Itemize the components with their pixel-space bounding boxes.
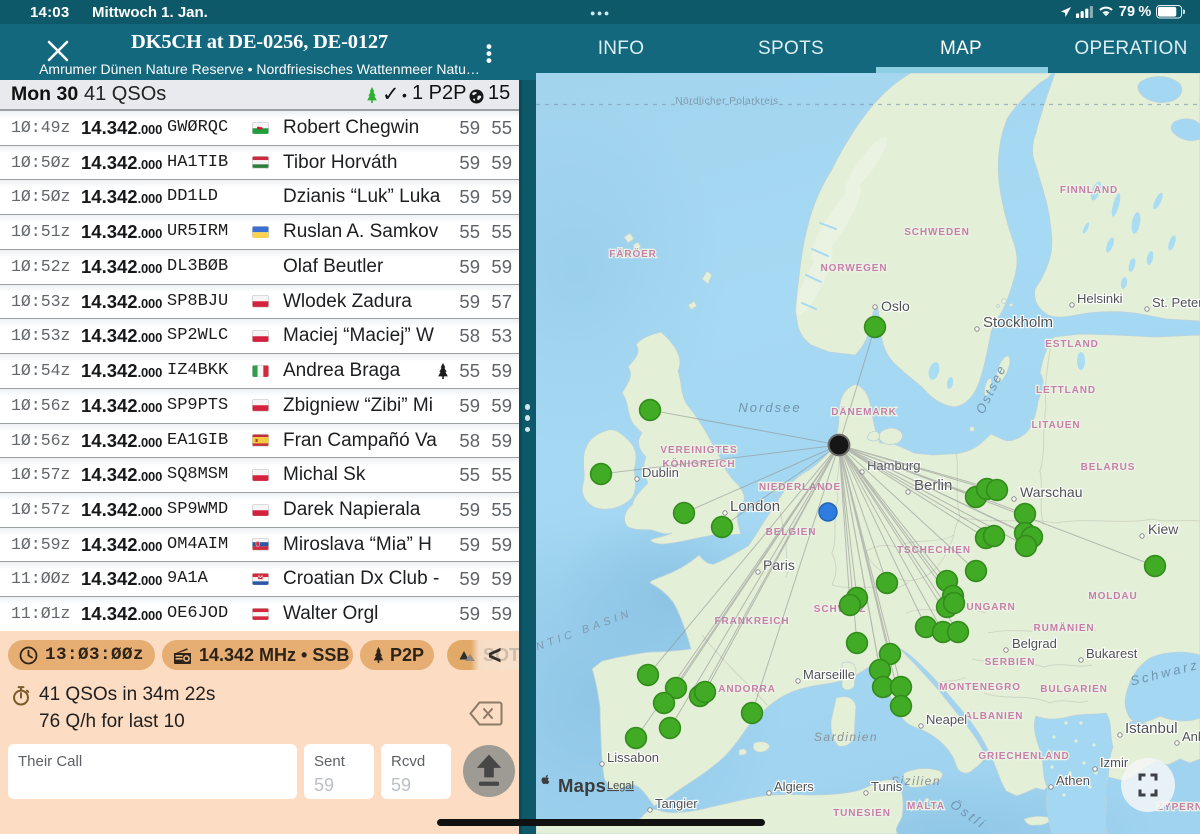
svg-text:FRANKREICH: FRANKREICH [714, 616, 789, 627]
svg-text:MONTENEGRO: MONTENEGRO [939, 682, 1021, 693]
svg-text:BULGARIEN: BULGARIEN [1040, 684, 1108, 695]
svg-text:Athen: Athen [1056, 773, 1090, 788]
svg-text:Legal: Legal [607, 780, 634, 792]
svg-text:FÄRÖER: FÄRÖER [609, 247, 657, 260]
svg-text:Nordsee: Nordsee [738, 400, 801, 415]
svg-text:RUMÄNIEN: RUMÄNIEN [1033, 621, 1094, 634]
svg-text:London: London [730, 498, 780, 515]
svg-text:SERBIEN: SERBIEN [985, 657, 1036, 668]
svg-text:DÄNEMARK: DÄNEMARK [831, 405, 897, 418]
svg-text:VEREINIGTES: VEREINIGTES [660, 445, 737, 456]
svg-text:Helsinki: Helsinki [1077, 291, 1123, 306]
svg-text:Lissabon: Lissabon [607, 750, 659, 765]
svg-text:LITAUEN: LITAUEN [1032, 420, 1081, 431]
svg-text:Oslo: Oslo [881, 298, 910, 314]
svg-text:MALTA: MALTA [907, 801, 945, 812]
svg-text:Warschau: Warschau [1020, 484, 1083, 500]
svg-text:Sardinien: Sardinien [814, 730, 878, 744]
svg-text:FINNLAND: FINNLAND [1060, 185, 1118, 196]
svg-text:TUNESIEN: TUNESIEN [833, 808, 891, 819]
svg-text:Tangier: Tangier [655, 796, 698, 811]
svg-text:ESTLAND: ESTLAND [1045, 339, 1099, 350]
svg-text:Bukarest: Bukarest [1086, 646, 1138, 661]
svg-text:NORWEGEN: NORWEGEN [820, 263, 887, 274]
svg-text:Marseille: Marseille [803, 667, 855, 682]
svg-text:Algiers: Algiers [774, 779, 814, 794]
svg-text:Izmir: Izmir [1100, 755, 1129, 770]
svg-text:SCHWEDEN: SCHWEDEN [904, 227, 970, 238]
svg-text:UNGARN: UNGARN [966, 602, 1015, 613]
svg-text:ALBANIEN: ALBANIEN [965, 711, 1024, 722]
svg-text:BELARUS: BELARUS [1081, 462, 1136, 473]
svg-text:Belgrad: Belgrad [1012, 636, 1057, 651]
svg-text:Kiew: Kiew [1148, 521, 1179, 537]
svg-text:MOLDAU: MOLDAU [1088, 591, 1137, 602]
svg-text:Nördlicher Polarkreis: Nördlicher Polarkreis [675, 96, 778, 107]
svg-text:Tunis: Tunis [871, 779, 903, 794]
svg-text:Istanbul: Istanbul [1125, 720, 1178, 737]
svg-text:St. Petersb: St. Petersb [1152, 295, 1200, 310]
svg-text:GRIECHENLAND: GRIECHENLAND [978, 751, 1069, 762]
svg-text:Anka: Anka [1182, 729, 1200, 744]
svg-text:LETTLAND: LETTLAND [1036, 385, 1096, 396]
svg-text:Stockholm: Stockholm [983, 314, 1053, 331]
svg-text:Neapel: Neapel [926, 712, 967, 727]
svg-text:ANDORRA: ANDORRA [718, 684, 775, 695]
svg-text:Maps: Maps [558, 775, 606, 796]
